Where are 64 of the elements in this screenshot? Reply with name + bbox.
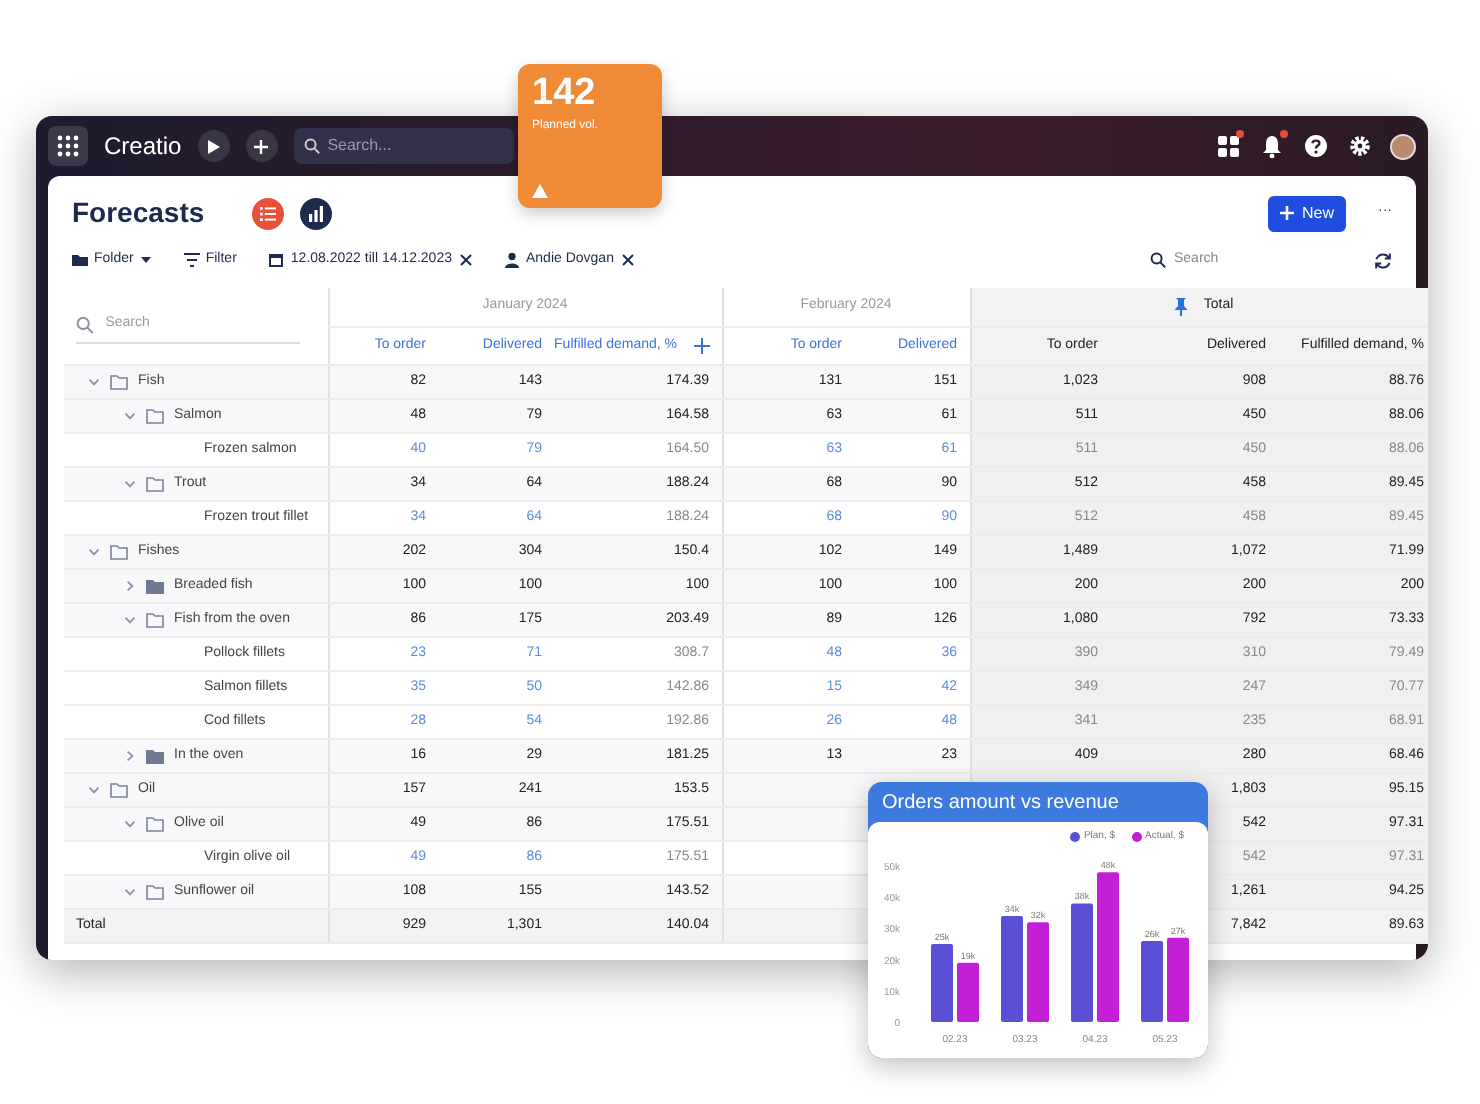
- chevron-down-icon[interactable]: [88, 376, 100, 388]
- search-icon: [76, 315, 94, 334]
- bar: [1027, 921, 1049, 1021]
- help-icon: [1304, 134, 1328, 158]
- close-icon: [459, 254, 472, 267]
- search-input[interactable]: Search...: [327, 134, 488, 158]
- settings-button[interactable]: [1346, 132, 1374, 160]
- bell-button[interactable]: [1258, 132, 1286, 160]
- apps-icon: [1216, 134, 1240, 158]
- chart-view-button[interactable]: [300, 197, 333, 229]
- add-column-button[interactable]: [693, 338, 710, 354]
- chevron-down-icon[interactable]: [124, 818, 136, 830]
- refresh-icon: [1374, 251, 1392, 270]
- close-icon: [621, 254, 634, 267]
- search-icon: [1150, 252, 1166, 269]
- calendar-icon: [268, 252, 285, 269]
- apps-button[interactable]: [1214, 132, 1242, 160]
- folder-icon: [72, 252, 88, 269]
- person-icon: [503, 252, 520, 269]
- chevron-down-icon[interactable]: [124, 478, 136, 490]
- bar: [1141, 939, 1163, 1021]
- grid-icon: [56, 134, 80, 158]
- settings-icon: [1348, 134, 1372, 158]
- chevron-down-icon[interactable]: [124, 614, 136, 626]
- avatar[interactable]: [1390, 133, 1416, 159]
- chevron-down-icon[interactable]: [124, 410, 136, 422]
- pin-icon: [1173, 297, 1188, 316]
- chevron-down-icon[interactable]: [124, 886, 136, 898]
- remove-filter-button[interactable]: [459, 254, 472, 267]
- app-grid-button[interactable]: [48, 126, 88, 166]
- new-button[interactable]: New: [1267, 195, 1346, 231]
- bar: [957, 961, 979, 1021]
- remove-filter-button[interactable]: [621, 254, 634, 267]
- bell-icon: [1260, 134, 1284, 158]
- add-button[interactable]: [245, 130, 278, 162]
- play-icon: [206, 139, 221, 153]
- plus-icon: [693, 338, 710, 354]
- chevron-down-icon[interactable]: [88, 784, 100, 796]
- search-field[interactable]: Search...: [293, 128, 514, 164]
- bar-chart-icon: [308, 205, 325, 221]
- bar: [1071, 902, 1093, 1021]
- logo: Creatio: [104, 130, 182, 164]
- folder-icon: [146, 476, 164, 492]
- caret-icon: [139, 254, 152, 267]
- bar: [1167, 936, 1189, 1021]
- list-icon: [260, 205, 277, 221]
- folder-icon: [146, 884, 164, 900]
- filter-icon: [183, 252, 200, 269]
- chevron-right-icon[interactable]: [124, 580, 136, 592]
- list-view-button[interactable]: [252, 197, 285, 229]
- chevron-right-icon[interactable]: [124, 750, 136, 762]
- plus-icon: [254, 139, 269, 153]
- kpi-value: 142: [532, 74, 598, 112]
- chart-title: Orders amount vs revenue: [880, 790, 1121, 818]
- search-icon: [303, 138, 320, 154]
- chevron-down-icon[interactable]: [88, 546, 100, 558]
- triangle-up-icon: [532, 184, 548, 198]
- refresh-button[interactable]: [1374, 251, 1392, 270]
- bar: [1001, 914, 1023, 1021]
- plus-icon: [1279, 206, 1294, 220]
- page-title: Forecasts: [72, 194, 205, 232]
- bar: [931, 943, 953, 1021]
- help-button[interactable]: [1302, 132, 1330, 160]
- play-button[interactable]: [197, 130, 230, 162]
